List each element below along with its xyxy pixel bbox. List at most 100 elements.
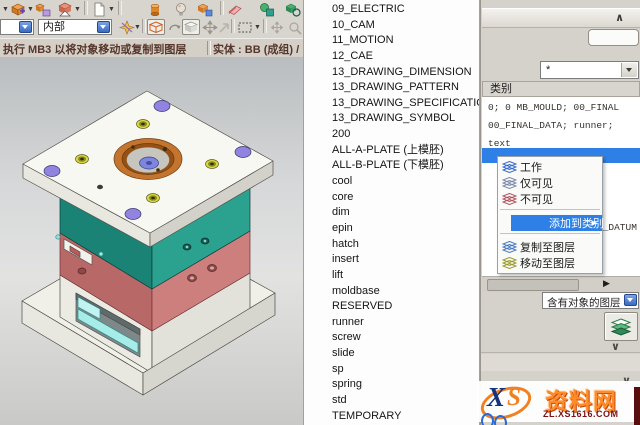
chevron-down-icon[interactable] [624, 294, 637, 306]
watermark: X S 资料网 ZL.XS1616.COM [477, 381, 640, 422]
dropdown-caret[interactable]: ▼ [254, 19, 261, 35]
layer-context-menu: 工作 仅可见 不可见 添加到类别 复制至图层 移动至图层 [497, 156, 603, 274]
menu-item-label: 添加到类别 [549, 215, 604, 231]
category-menu-item[interactable]: 13_DRAWING_PATTERN [304, 80, 479, 96]
context-menu-item[interactable]: 添加到类别 [511, 215, 602, 231]
category-menu-item[interactable]: 11_MOTION [304, 33, 479, 49]
sheet-icon[interactable] [90, 1, 108, 17]
category-menu-item[interactable]: moldbase [304, 284, 479, 300]
copy-to-layer-icon [502, 241, 520, 254]
context-menu-item[interactable]: 仅可见 [498, 175, 602, 191]
cube-plus-icon[interactable] [9, 1, 27, 17]
dialog-group-bar[interactable]: ∧ [482, 8, 640, 28]
category-menu-item[interactable]: spring [304, 377, 479, 393]
zoom-cross-icon[interactable] [286, 19, 304, 35]
menu-item-label: 不可见 [520, 191, 553, 207]
category-menu-item[interactable]: insert [304, 252, 479, 268]
context-menu-item[interactable]: 不可见 [498, 191, 602, 207]
work-layer-icon [502, 161, 520, 174]
menu-item-label: 工作 [520, 159, 542, 175]
dropdown-caret[interactable]: ▼ [2, 1, 9, 17]
dropdown-caret[interactable]: ▼ [134, 19, 141, 35]
horizontal-scrollbar[interactable]: ▶ [482, 276, 640, 292]
category-menu-item[interactable]: 13_DRAWING_SYMBOL [304, 111, 479, 127]
internal-combo[interactable]: 内部 [38, 19, 112, 35]
filter-value: * [546, 64, 550, 76]
mold-model[interactable] [0, 57, 303, 425]
combo-value: 内部 [43, 21, 65, 34]
category-menu-item[interactable]: screw [304, 330, 479, 346]
menu-separator [500, 233, 600, 237]
category-menu-item[interactable]: RESERVED [304, 299, 479, 315]
watermark-logo-s: S [507, 384, 521, 412]
category-column-header[interactable]: 类别 [482, 81, 640, 97]
toolbar-separator [231, 19, 235, 33]
watermark-arc [494, 415, 507, 425]
shaded-cube-icon[interactable] [182, 19, 200, 35]
chevron-down-icon[interactable] [97, 21, 110, 33]
shapes-icon[interactable] [258, 1, 276, 17]
category-menu-item[interactable]: std [304, 393, 479, 409]
cubes-icon[interactable] [34, 1, 52, 17]
context-menu-item[interactable]: 工作 [498, 159, 602, 175]
status-separator [207, 41, 211, 55]
category-menu-item[interactable]: 200 [304, 127, 479, 143]
category-menu-item[interactable]: lift [304, 268, 479, 284]
dialog-strip [481, 354, 640, 371]
layer-stack-button[interactable] [604, 312, 638, 341]
layers-filter-combo[interactable]: 含有对象的图层 [542, 292, 639, 309]
boolean-cubes-icon[interactable] [196, 1, 214, 17]
cube-triangle-icon[interactable] [56, 1, 74, 17]
cube-circle-icon[interactable] [284, 1, 302, 17]
toolbar-separator [220, 1, 224, 15]
category-menu-item[interactable]: 10_CAM [304, 18, 479, 34]
bulb-icon[interactable] [172, 1, 190, 17]
category-menu-item[interactable]: sp [304, 362, 479, 378]
status-bar: 执行 MB3 以将对象移动或复制到图层 实体 : BB (成组) / [0, 38, 303, 57]
category-menu-item[interactable]: 12_CAE [304, 49, 479, 65]
category-menu-item[interactable]: 13_DRAWING_SPECIFICATION [304, 96, 479, 112]
dropdown-caret[interactable]: ▼ [27, 1, 34, 17]
table-row[interactable]: 0; 0 MB_MOULD; 00_FINAL [482, 99, 640, 117]
menu-separator [500, 209, 600, 213]
context-menu-item[interactable]: 复制至图层 [498, 239, 602, 255]
marquee-select-icon[interactable] [236, 19, 254, 35]
chevron-down-icon[interactable] [621, 63, 637, 77]
wireframe-cube-icon[interactable] [147, 19, 165, 35]
category-menu-item[interactable]: epin [304, 221, 479, 237]
graphics-viewport[interactable] [0, 57, 303, 425]
context-menu-item[interactable]: 移动至图层 [498, 255, 602, 271]
menu-item-label: 仅可见 [520, 175, 553, 191]
toolbar-left-combo[interactable] [0, 19, 34, 35]
category-filter-combo[interactable]: * [540, 61, 639, 79]
category-menu-item[interactable]: core [304, 190, 479, 206]
pan-cross-icon[interactable] [268, 19, 286, 35]
category-menu-item[interactable]: cool [304, 174, 479, 190]
category-menu-item[interactable]: ALL-A-PLATE (上模胚) [304, 143, 479, 159]
category-menu-item[interactable]: hatch [304, 237, 479, 253]
scroll-right-icon[interactable]: ▶ [603, 278, 610, 289]
collapse-chevron-icon[interactable]: ∧ [615, 11, 624, 24]
table-row[interactable]: 00_FINAL_DATA; runner; [482, 117, 640, 135]
add-to-category-submenu: 09_ELECTRIC10_CAM11_MOTION12_CAE13_DRAWI… [303, 0, 480, 425]
dropdown-caret[interactable]: ▼ [108, 1, 115, 17]
category-menu-item[interactable]: ALL-B-PLATE (下模胚) [304, 158, 479, 174]
chevron-down-icon[interactable] [19, 21, 32, 33]
category-menu-item[interactable]: dim [304, 205, 479, 221]
eraser-icon[interactable] [226, 1, 244, 17]
category-menu-item[interactable]: 13_DRAWING_DIMENSION [304, 65, 479, 81]
watermark-logo-x: X [487, 382, 505, 413]
category-menu-item[interactable]: runner [304, 315, 479, 331]
barrel-icon[interactable] [146, 1, 164, 17]
visible-only-layer-icon [502, 177, 520, 190]
combo-value: 含有对象的图层 [547, 295, 621, 310]
invisible-layer-icon [502, 193, 520, 206]
toolbar-separator [263, 19, 267, 33]
category-menu-item[interactable]: slide [304, 346, 479, 362]
category-menu-item[interactable]: 09_ELECTRIC [304, 2, 479, 18]
dropdown-caret[interactable]: ▼ [74, 1, 81, 17]
scrollbar-thumb[interactable] [487, 279, 579, 291]
category-menu-item[interactable]: TEMPORARY [304, 409, 479, 425]
select-object-button[interactable] [588, 29, 639, 46]
watermark-red-tab [634, 387, 640, 425]
